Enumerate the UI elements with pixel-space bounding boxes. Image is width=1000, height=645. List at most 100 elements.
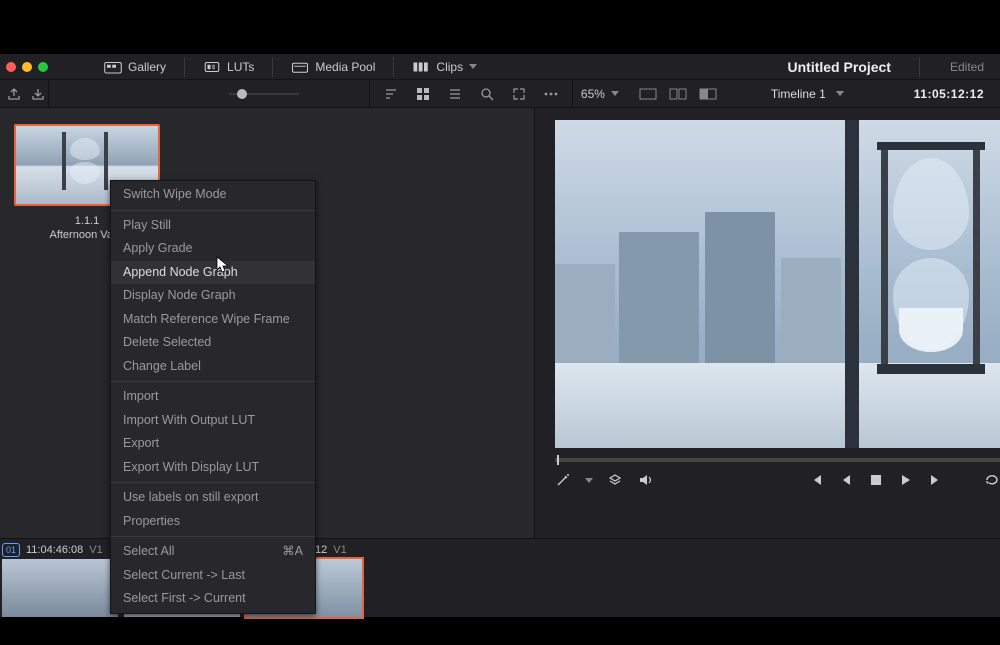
grid-icon (416, 87, 430, 101)
gallery-label: Gallery (128, 60, 166, 74)
clip-timecode: 11:04:46:08 (26, 544, 83, 556)
ctx-play-still[interactable]: Play Still (111, 214, 315, 238)
loop-icon (984, 473, 1000, 487)
ctx-select-all-label: Select All (123, 543, 174, 561)
play-button[interactable] (898, 472, 914, 488)
ctx-export-with-display-lut[interactable]: Export With Display LUT (111, 456, 315, 480)
still-grab-button[interactable] (4, 83, 24, 105)
gallery-panel: 1.1.1 Afternoon Vans Switch Wipe Mode Pl… (0, 108, 535, 538)
ctx-select-all-shortcut: ⌘A (282, 543, 303, 561)
play-reverse-icon (840, 473, 852, 487)
ctx-delete-selected[interactable]: Delete Selected (111, 331, 315, 355)
gallery-icon (104, 60, 122, 74)
skip-start-icon (809, 473, 823, 487)
context-menu: Switch Wipe Mode Play Still Apply Grade … (110, 180, 316, 614)
window-controls[interactable] (4, 62, 48, 72)
stop-icon (870, 474, 882, 486)
ctx-append-node-graph[interactable]: Append Node Graph (111, 261, 315, 285)
wand-icon (556, 473, 570, 487)
ctx-display-node-graph[interactable]: Display Node Graph (111, 284, 315, 308)
stop-button[interactable] (868, 472, 884, 488)
media-pool-toggle[interactable]: Media Pool (291, 60, 375, 74)
clip-header-1[interactable]: 01 11:04:46:08 V1 (2, 539, 120, 557)
display-highlight-button[interactable] (697, 83, 719, 105)
ctx-select-first-to-current[interactable]: Select First -> Current (111, 587, 315, 611)
luts-label: LUTs (227, 60, 254, 74)
ctx-match-reference-wipe-frame[interactable]: Match Reference Wipe Frame (111, 308, 315, 332)
timeline-name[interactable]: Timeline 1 (771, 87, 826, 101)
ctx-change-label[interactable]: Change Label (111, 355, 315, 379)
media-pool-label: Media Pool (315, 60, 375, 74)
sort-button[interactable] (380, 83, 402, 105)
still-import-button[interactable] (28, 83, 48, 105)
ctx-switch-wipe-mode[interactable]: Switch Wipe Mode (111, 183, 315, 207)
search-button[interactable] (476, 83, 498, 105)
layers-button[interactable] (607, 472, 623, 488)
clip-track: V1 (333, 544, 346, 556)
ctx-apply-grade[interactable]: Apply Grade (111, 237, 315, 261)
ctx-select-all[interactable]: Select All ⌘A (111, 540, 315, 564)
viewer-scrubber[interactable] (555, 458, 1000, 462)
clip-thumb-1[interactable] (2, 559, 118, 617)
layers-icon (608, 473, 622, 487)
sort-icon (384, 87, 398, 101)
skip-end-icon (929, 473, 943, 487)
go-start-button[interactable] (808, 472, 824, 488)
expand-button[interactable] (508, 83, 530, 105)
clips-dropdown[interactable]: Clips (412, 60, 477, 74)
ctx-import-with-output-lut[interactable]: Import With Output LUT (111, 409, 315, 433)
chevron-down-icon (469, 64, 477, 69)
expand-icon (512, 87, 526, 101)
maximize-icon[interactable] (38, 62, 48, 72)
ctx-use-labels-on-still-export[interactable]: Use labels on still export (111, 486, 315, 510)
clips-label: Clips (436, 60, 463, 74)
timeline-timecode[interactable]: 11:05:12:12 (914, 87, 984, 101)
dots-icon (543, 87, 559, 101)
minimize-icon[interactable] (22, 62, 32, 72)
clips-icon (412, 60, 430, 74)
speaker-icon (638, 473, 652, 487)
transport-controls (555, 472, 1000, 488)
view-list-button[interactable] (444, 83, 466, 105)
tray-out-icon (6, 86, 22, 102)
cursor-icon (216, 256, 230, 274)
chevron-down-icon[interactable] (836, 91, 844, 96)
close-icon[interactable] (6, 62, 16, 72)
list-icon (448, 87, 462, 101)
luts-toggle[interactable]: LUTs (203, 60, 254, 74)
more-button[interactable] (540, 83, 562, 105)
chevron-down-icon[interactable] (585, 478, 593, 483)
display-single-button[interactable] (637, 83, 659, 105)
content-area: 1.1.1 Afternoon Vans Switch Wipe Mode Pl… (0, 108, 1000, 538)
viewer-zoom[interactable]: 65% (573, 87, 627, 101)
viewer-panel (535, 108, 1000, 538)
display-split-button[interactable] (667, 83, 689, 105)
ctx-export[interactable]: Export (111, 432, 315, 456)
ctx-import[interactable]: Import (111, 385, 315, 409)
highlight-icon (699, 88, 717, 100)
mute-button[interactable] (637, 472, 653, 488)
loop-button[interactable] (984, 472, 1000, 488)
ctx-properties[interactable]: Properties (111, 510, 315, 534)
zoom-value: 65% (581, 87, 605, 101)
top-letterbox (0, 0, 1000, 54)
chevron-down-icon (611, 91, 619, 96)
clip-track: V1 (89, 544, 102, 556)
split-view-icon (669, 88, 687, 100)
picker-button[interactable] (555, 472, 571, 488)
search-icon (480, 87, 494, 101)
media-pool-icon (291, 60, 309, 74)
view-grid-button[interactable] (412, 83, 434, 105)
step-back-button[interactable] (838, 472, 854, 488)
ctx-select-current-to-last[interactable]: Select Current -> Last (111, 564, 315, 588)
gallery-toggle[interactable]: Gallery (104, 60, 166, 74)
single-view-icon (639, 88, 657, 100)
project-status: Edited (938, 60, 996, 74)
go-end-button[interactable] (928, 472, 944, 488)
viewer-image[interactable] (555, 120, 1000, 448)
top-toolbar: Gallery LUTs Media Pool Clips Untitled P… (0, 54, 1000, 80)
thumbnail-size-slider[interactable] (49, 93, 369, 95)
play-icon (900, 473, 912, 487)
clip-badge: 01 (2, 543, 20, 557)
project-title: Untitled Project (788, 59, 891, 75)
